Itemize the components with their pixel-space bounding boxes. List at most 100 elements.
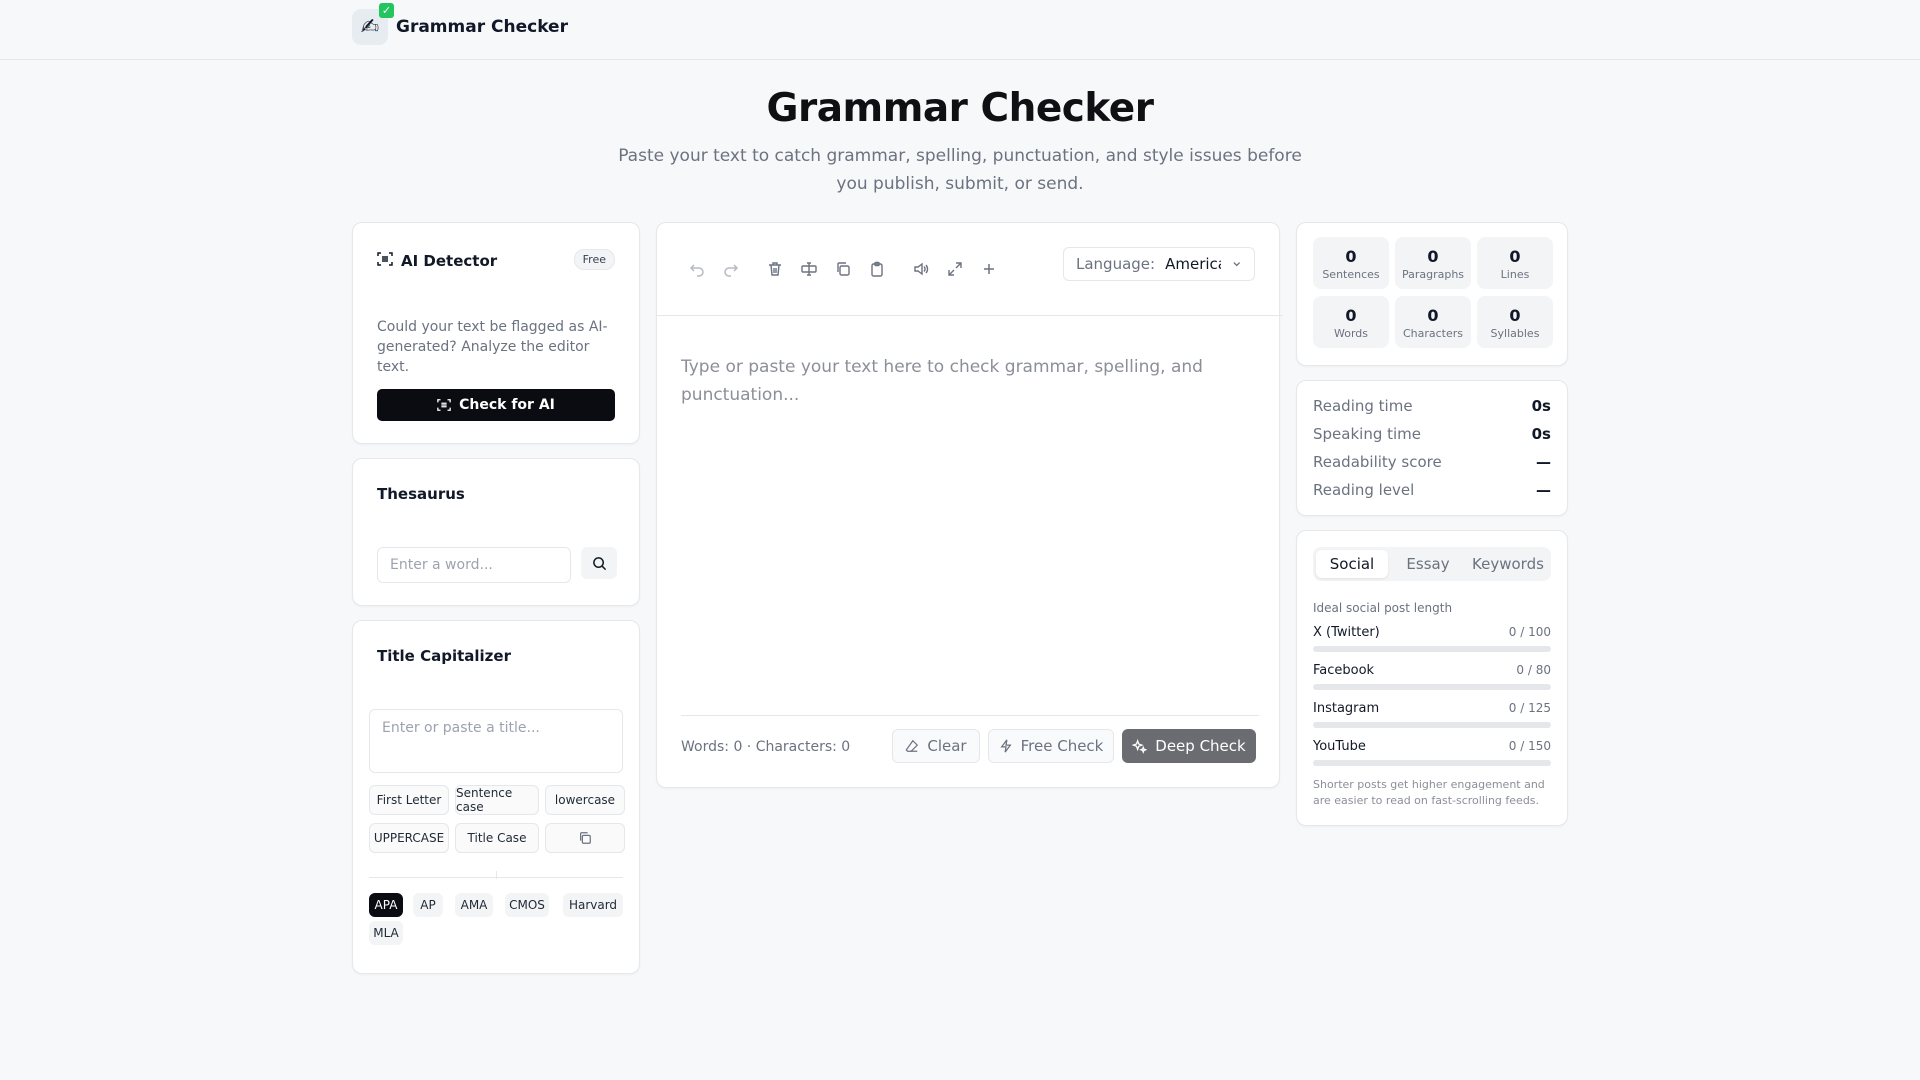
free-check-button[interactable]: Free Check [988,729,1114,763]
speak-button[interactable] [911,259,931,279]
editor-textarea[interactable]: Type or paste your text here to check gr… [681,353,1241,409]
stat-paragraphs: 0 Paragraphs [1395,237,1471,289]
stat-value: 0 [1427,247,1439,266]
fullscreen-button[interactable] [945,259,965,279]
stats-card: 0 Sentences 0 Paragraphs 0 Lines 0 Words… [1296,222,1568,366]
deep-check-button[interactable]: Deep Check [1122,729,1256,763]
scan-icon [437,399,451,411]
stat-value: 0 [1427,306,1439,325]
word-character-count: Words: 0 · Characters: 0 [681,739,851,755]
metric-reading-level: Reading level — [1313,481,1551,499]
editor-footer-divider [681,715,1259,716]
thesaurus-search-button[interactable] [581,547,617,579]
metric-speaking-time: Speaking time 0s [1313,425,1551,443]
metric-value: 0s [1531,425,1551,443]
stat-value: 0 [1509,306,1521,325]
platform-value: 0 / 100 [1508,625,1551,639]
plus-icon [984,264,994,274]
ai-detector-header: AI Detector [377,251,497,271]
title-capitalizer-title: Title Capitalizer [377,647,511,665]
style-mla[interactable]: MLA [369,921,403,945]
lowercase-button[interactable]: lowercase [545,785,625,815]
page-subtitle: Paste your text to catch grammar, spelli… [618,146,1302,194]
language-value: American [1165,255,1220,273]
style-cmos[interactable]: CMOS [505,893,549,917]
stat-value: 0 [1509,247,1521,266]
platform-x-twitter: X (Twitter) 0 / 100 [1313,625,1551,652]
stat-label: Sentences [1322,268,1380,281]
redo-icon [724,264,739,277]
search-icon [592,556,606,570]
ai-detector-card: AI Detector Free Could your text be flag… [352,222,640,444]
free-badge: Free [573,249,615,270]
speaker-icon [914,262,929,276]
platform-progress-bar [1313,760,1551,766]
social-length-card: Social Essay Keywords Ideal social post … [1296,530,1568,826]
title-input[interactable]: Enter or paste a title... [369,709,623,773]
stat-label: Syllables [1490,327,1540,340]
platform-name: X (Twitter) [1313,625,1380,640]
stat-lines: 0 Lines [1477,237,1553,289]
page-title: Grammar Checker [766,86,1155,131]
thesaurus-title: Thesaurus [377,485,465,503]
add-button[interactable] [979,259,999,279]
undo-button[interactable] [687,259,707,279]
platform-progress-bar [1313,684,1551,690]
first-letter-button[interactable]: First Letter [369,785,449,815]
platform-name: YouTube [1313,739,1366,754]
text-cursor-button[interactable] [799,259,819,279]
copy-button[interactable] [833,259,853,279]
paste-button[interactable] [867,259,887,279]
delete-button[interactable] [765,259,785,279]
platform-progress-bar [1313,646,1551,652]
platform-name: Facebook [1313,663,1375,678]
language-select[interactable]: Language: American [1063,247,1255,281]
clear-button[interactable]: Clear [892,729,980,763]
platform-value: 0 / 125 [1508,701,1551,715]
ai-detector-description: Could your text be flagged as AI-generat… [377,319,608,375]
stat-value: 0 [1345,247,1357,266]
tab-keywords[interactable]: Keywords [1468,550,1548,578]
thesaurus-card: Thesaurus [352,458,640,606]
metric-label: Reading level [1313,481,1415,499]
eraser-icon [905,739,919,752]
metric-value: — [1536,481,1551,499]
metric-value: — [1536,453,1551,471]
analysis-tabs: Social Essay Keywords [1313,547,1551,581]
language-label: Language: [1076,255,1156,273]
trash-icon [769,262,781,276]
stat-syllables: 0 Syllables [1477,296,1553,348]
uppercase-button[interactable]: UPPERCASE [369,823,449,853]
metric-readability-score: Readability score — [1313,453,1551,471]
thesaurus-input[interactable] [377,547,571,583]
tab-social[interactable]: Social [1316,550,1388,578]
platform-instagram: Instagram 0 / 125 [1313,701,1551,728]
stat-sentences: 0 Sentences [1313,237,1389,289]
title-capitalizer-card: Title Capitalizer Enter or paste a title… [352,620,640,974]
metric-label: Reading time [1313,397,1413,415]
scan-icon [377,251,393,271]
stat-words: 0 Words [1313,296,1389,348]
stat-label: Characters [1402,327,1464,340]
redo-button[interactable] [721,259,741,279]
style-ama[interactable]: AMA [455,893,493,917]
free-check-label: Free Check [1020,737,1104,755]
style-ap[interactable]: AP [413,893,443,917]
sentence-case-button[interactable]: Sentence case [455,785,539,815]
copy-icon [580,832,591,844]
tab-essay[interactable]: Essay [1392,550,1464,578]
ai-detector-title: AI Detector [401,252,498,270]
undo-icon [689,264,704,277]
title-case-button[interactable]: Title Case [455,823,539,853]
platform-name: Instagram [1313,701,1380,716]
divider-tick [496,871,497,879]
app-logo[interactable]: ✍ ✓ Grammar Checker [352,3,568,45]
style-apa[interactable]: APA [369,893,403,917]
expand-icon [948,262,962,276]
copy-title-button[interactable] [545,823,625,853]
platform-youtube: YouTube 0 / 150 [1313,739,1551,766]
style-harvard[interactable]: Harvard [563,893,623,917]
stat-label: Paragraphs [1401,268,1465,281]
metric-value: 0s [1531,397,1551,415]
check-for-ai-button[interactable]: Check for AI [377,389,615,421]
